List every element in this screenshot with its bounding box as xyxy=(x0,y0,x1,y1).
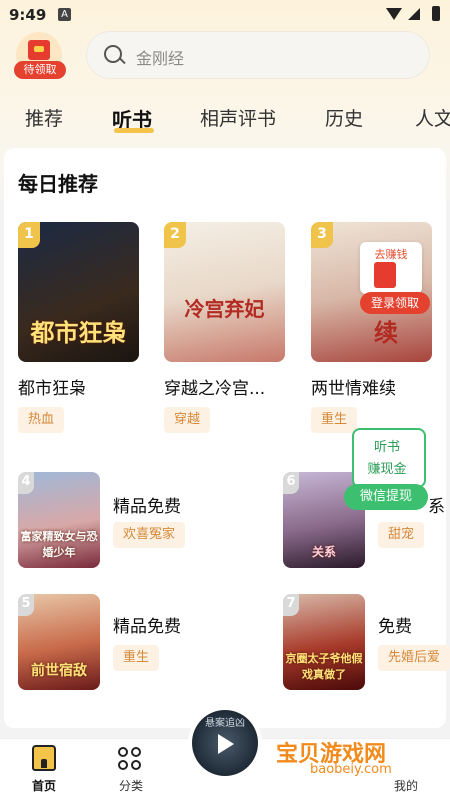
rank-badge: 6 xyxy=(283,472,299,494)
section-title: 每日推荐 xyxy=(18,172,98,196)
wifi-icon xyxy=(386,8,402,20)
search-placeholder: 金刚经 xyxy=(136,49,185,68)
home-icon xyxy=(32,745,56,771)
wechat-withdraw-button[interactable]: 微信提现 xyxy=(344,484,428,510)
genre-tag: 重生 xyxy=(113,645,160,671)
nav-category[interactable]: 分类 xyxy=(101,739,161,801)
nav-home[interactable]: 首页 xyxy=(14,739,74,801)
book-title[interactable]: 两世情难续 xyxy=(311,374,396,399)
red-envelope-icon xyxy=(28,40,50,60)
earn-title: 去赚钱 xyxy=(374,248,408,261)
tab-recommend[interactable]: 推荐 xyxy=(25,104,63,131)
tab-humanities[interactable]: 人文 xyxy=(415,104,450,131)
mini-player[interactable]: 悬案追凶 xyxy=(192,710,258,776)
cover-title: 富家精致女与恐婚少年 xyxy=(20,530,98,559)
book-cover[interactable]: 1 都市狂枭 xyxy=(18,222,139,362)
listen-earn-float[interactable]: 听书 赚现金 微信提现 xyxy=(344,428,428,514)
book-cover[interactable]: 2 冷宫弃妃 xyxy=(164,222,285,362)
active-tab-indicator xyxy=(114,128,154,133)
earn-money-float[interactable]: 去赚钱 登录领取 xyxy=(352,242,432,318)
cover-title: 前世宿敌 xyxy=(31,663,87,679)
listen-earn-line1: 听书 xyxy=(373,440,400,455)
book-title[interactable]: 穿越之冷宫... xyxy=(164,374,265,399)
status-time: 9:49 xyxy=(9,6,47,24)
category-tabs: 推荐 听书 相声评书 历史 人文 xyxy=(0,96,450,136)
book-title[interactable]: 都市狂枭 xyxy=(18,374,86,399)
cover-title: 关系 xyxy=(311,545,336,559)
cover-title: 续 xyxy=(374,319,398,347)
player-title: 悬案追凶 xyxy=(205,718,245,729)
gift-label[interactable]: 待领取 xyxy=(14,61,66,79)
watermark: 宝贝游戏网 baobeiy.com xyxy=(276,736,436,777)
login-claim-button[interactable]: 登录领取 xyxy=(360,292,430,314)
status-bar: 9:49 A xyxy=(0,0,450,30)
rank-badge: 5 xyxy=(18,594,34,616)
search-icon xyxy=(104,45,122,63)
rank-badge: 3 xyxy=(311,222,333,248)
grid-icon xyxy=(118,747,144,773)
nav-me-label: 我的 xyxy=(393,779,418,793)
rank-badge: 4 xyxy=(18,472,34,494)
genre-tag: 热血 xyxy=(18,407,65,433)
book-cover[interactable]: 7 京圈太子爷他假戏真做了 xyxy=(283,594,365,690)
rank-badge: 7 xyxy=(283,594,299,616)
tab-crosstalk[interactable]: 相声评书 xyxy=(200,104,276,131)
tab-history[interactable]: 历史 xyxy=(325,104,363,131)
genre-tag: 穿越 xyxy=(164,407,211,433)
signal-icon xyxy=(408,8,420,20)
book-title[interactable]: 免费 xyxy=(378,612,412,637)
book-cover[interactable]: 4 富家精致女与恐婚少年 xyxy=(18,472,100,568)
watermark-url: baobeiy.com xyxy=(310,762,392,777)
book-title[interactable]: 系 xyxy=(428,492,445,517)
rank-badge: 2 xyxy=(164,222,186,248)
play-icon[interactable] xyxy=(218,734,234,754)
book-cover[interactable]: 5 前世宿敌 xyxy=(18,594,100,690)
nav-category-label: 分类 xyxy=(118,779,143,793)
listen-earn-line2: 赚现金 xyxy=(367,462,407,477)
nav-home-label: 首页 xyxy=(31,779,56,793)
genre-tag: 先婚后爱 xyxy=(378,645,450,671)
cover-title: 冷宫弃妃 xyxy=(184,297,265,321)
book-title[interactable]: 精品免费 xyxy=(113,492,181,517)
cover-title: 都市狂枭 xyxy=(30,319,127,347)
search-bar[interactable]: 金刚经 xyxy=(86,31,430,79)
battery-icon xyxy=(432,6,440,21)
red-envelope-icon xyxy=(374,262,396,288)
book-title[interactable]: 精品免费 xyxy=(113,612,181,637)
notification-icon: A xyxy=(58,8,71,21)
genre-tag: 甜宠 xyxy=(378,522,425,548)
genre-tag: 欢喜冤家 xyxy=(113,522,186,548)
rank-badge: 1 xyxy=(18,222,40,248)
cover-title: 京圈太子爷他假戏真做了 xyxy=(285,652,363,681)
